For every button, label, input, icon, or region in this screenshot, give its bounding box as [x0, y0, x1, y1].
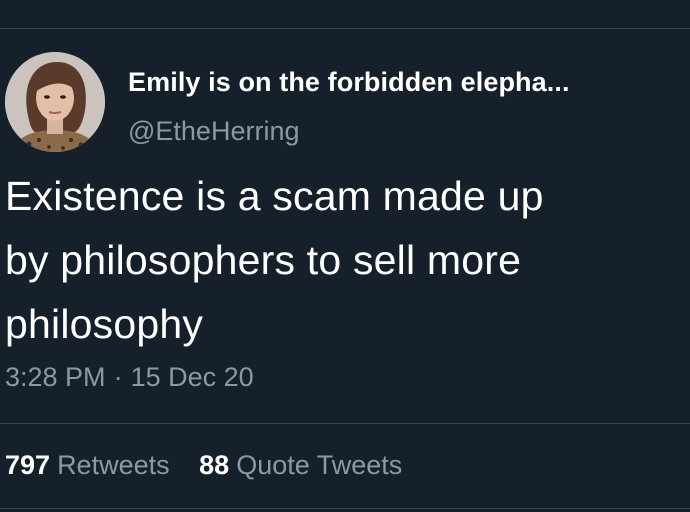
retweets-count: 797	[5, 450, 51, 480]
author-display-name[interactable]: Emily is on the forbidden elepha...	[128, 67, 570, 98]
tweet-text-line: philosophy	[5, 301, 204, 347]
quote-tweets-label: Quote Tweets	[236, 450, 403, 480]
quote-tweets-stat[interactable]: 88 Quote Tweets	[199, 450, 402, 481]
tweet-time[interactable]: 3:28 PM	[5, 362, 106, 392]
timestamp-separator: ·	[113, 362, 123, 392]
top-divider	[0, 28, 690, 29]
quote-tweets-count: 88	[199, 450, 230, 480]
tweet-timestamp[interactable]: 3:28 PM · 15 Dec 20	[5, 362, 254, 393]
profile-photo-icon	[5, 52, 105, 152]
retweets-label: Retweets	[57, 450, 170, 480]
tweet-header: Emily is on the forbidden elepha... @Eth…	[0, 52, 690, 156]
tweet-text-line: by philosophers to sell more	[5, 237, 522, 283]
bottom-divider	[0, 508, 690, 509]
tweet-text: Existence is a scam made up by philosoph…	[5, 164, 685, 356]
tweet-date[interactable]: 15 Dec 20	[131, 362, 254, 392]
author-handle[interactable]: @EtheHerring	[128, 116, 299, 147]
tweet-text-line: Existence is a scam made up	[5, 173, 544, 219]
retweets-stat[interactable]: 797 Retweets	[5, 450, 170, 481]
tweet-stats: 797 Retweets 88 Quote Tweets	[5, 450, 424, 481]
stats-divider	[0, 423, 690, 424]
avatar[interactable]	[5, 52, 105, 152]
